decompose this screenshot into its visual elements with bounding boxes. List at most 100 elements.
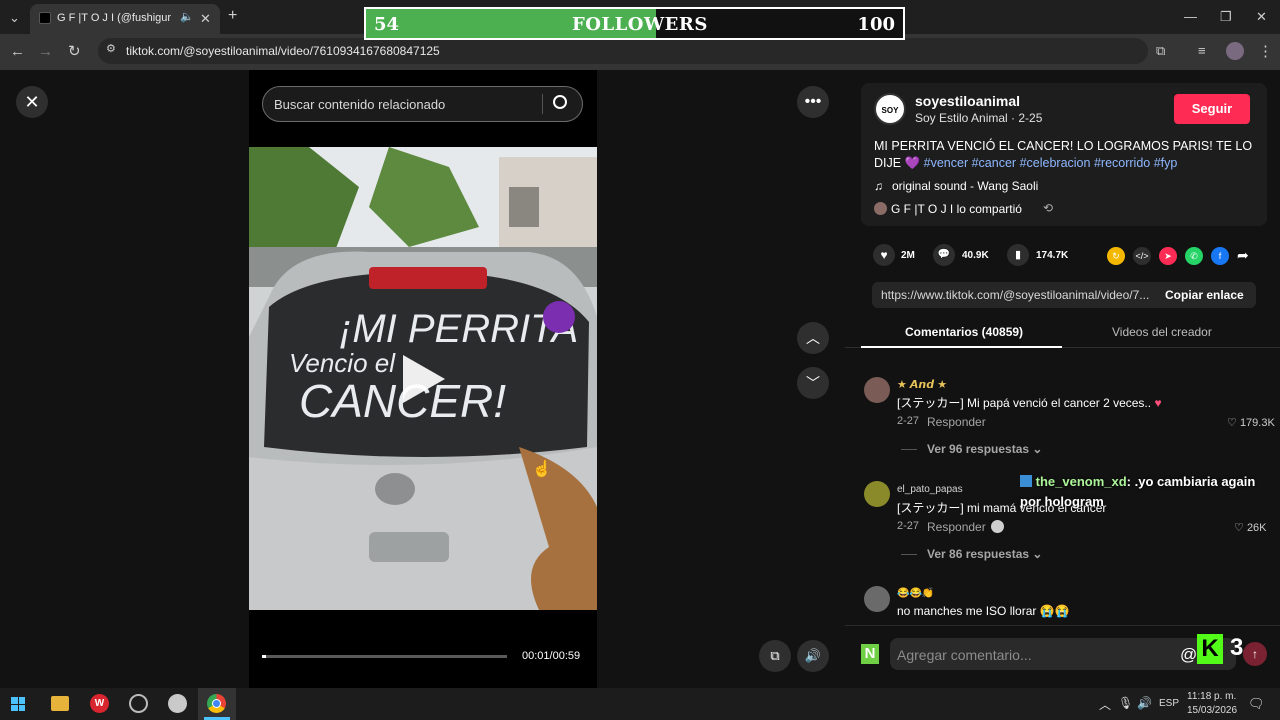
windows-start-icon[interactable] [11, 697, 25, 711]
close-window-icon[interactable]: ✕ [1256, 10, 1267, 23]
music-note-icon: ♫ [874, 179, 883, 193]
view-replies-button[interactable]: Ver 96 respuestas ⌄ [927, 442, 1042, 456]
view-replies-label: Ver 86 respuestas [927, 547, 1030, 561]
like-icon[interactable]: ♥ [873, 244, 895, 266]
browser-tab[interactable]: G F |T O J I (@fushigur 🔈 ✕ [30, 4, 220, 34]
media-control-icon[interactable]: ≡ [1198, 44, 1206, 57]
maximize-icon[interactable]: ❐ [1220, 10, 1232, 23]
file-explorer-icon[interactable] [51, 696, 69, 711]
reply-button[interactable]: Responder [927, 520, 986, 534]
hashtag-celebracion[interactable]: #celebracion [1020, 156, 1091, 170]
notifications-icon[interactable]: 🗨 [1248, 696, 1265, 712]
hashtag-vencer[interactable]: #vencer [924, 156, 968, 170]
comment-likes: 26K [1246, 522, 1267, 534]
replies-line [901, 449, 917, 450]
chevron-down-icon: ⌄ [1032, 442, 1043, 456]
comments-count: 40.9K [962, 250, 989, 261]
minimize-icon[interactable]: — [1184, 10, 1197, 23]
followers-goal: 100 [857, 14, 895, 35]
play-icon[interactable] [403, 355, 445, 403]
repost-share-icon[interactable]: ↻ [1107, 247, 1125, 265]
chat-badge-icon [1020, 475, 1032, 487]
send-icon[interactable]: ➤ [1159, 247, 1177, 265]
picture-in-picture-icon[interactable]: ⧉ [759, 640, 791, 672]
comment-user[interactable]: el_pato_papas [897, 484, 963, 495]
app-icon[interactable] [168, 694, 187, 713]
avatar[interactable] [864, 481, 890, 507]
chrome-taskbar-active[interactable] [198, 688, 236, 720]
mention-icon[interactable]: @ [1180, 645, 1197, 665]
close-tab-icon[interactable]: ✕ [200, 12, 211, 25]
back-icon[interactable]: ← [10, 44, 25, 59]
microphone-icon[interactable]: 🎙 [1118, 696, 1133, 710]
volume-icon[interactable]: 🔊 [797, 640, 829, 672]
avatar[interactable] [864, 377, 890, 403]
sound-link[interactable]: original sound - Wang Saoli [892, 179, 1038, 193]
author-handle[interactable]: soyestiloanimal [915, 93, 1020, 109]
speaker-icon[interactable]: 🔈 [180, 12, 194, 23]
next-video-button[interactable]: ﹀ [797, 367, 829, 399]
video-progress-track[interactable] [262, 655, 507, 658]
comment-like[interactable]: ♡ 26K [1234, 521, 1267, 534]
post-comment-button[interactable]: ↑ [1243, 642, 1267, 666]
comment-like[interactable]: ♡ 179.3K [1227, 416, 1275, 429]
whatsapp-icon[interactable]: ✆ [1185, 247, 1203, 265]
replies-line [901, 554, 917, 555]
tray-overflow-icon[interactable]: ︿ [1099, 696, 1111, 713]
svg-text:Vencio el: Vencio el [289, 348, 396, 378]
reply-button[interactable]: Responder [927, 415, 986, 429]
view-replies-label: Ver 96 respuestas [927, 442, 1030, 456]
share-link-url[interactable]: https://www.tiktok.com/@soyestiloanimal/… [881, 288, 1155, 302]
close-video-button[interactable]: ✕ [16, 86, 48, 118]
avatar[interactable] [864, 586, 890, 612]
view-replies-button[interactable]: Ver 86 respuestas ⌄ [927, 547, 1042, 561]
previous-video-button[interactable]: ︿ [797, 322, 829, 354]
clock-date[interactable]: 15/03/2026 [1187, 705, 1237, 716]
chevron-down-icon: ⌄ [1032, 547, 1043, 561]
tab-comments[interactable]: Comentarios (40859) [905, 325, 1023, 339]
language-indicator[interactable]: ESP [1159, 698, 1179, 709]
comment-icon[interactable]: 💬 [933, 244, 955, 266]
tab-active-indicator [861, 346, 1062, 348]
clock-time[interactable]: 11:18 p. m. [1187, 691, 1236, 702]
more-options-icon[interactable]: ••• [797, 86, 829, 118]
follow-button[interactable]: Seguir [1174, 94, 1250, 124]
facebook-icon[interactable]: f [1211, 247, 1229, 265]
svg-text:¡MI PERRITA: ¡MI PERRITA [339, 307, 578, 351]
copy-link-button[interactable]: Copiar enlace [1165, 288, 1244, 302]
speaker-tray-icon[interactable]: 🔊 [1137, 696, 1152, 710]
site-info-icon[interactable]: ⚙ [106, 44, 116, 55]
share-arrow-icon[interactable]: ➦ [1237, 247, 1249, 264]
reload-icon[interactable]: ↻ [68, 44, 81, 59]
comment-user[interactable]: ★ 𝘼𝙣𝙙 ★ [897, 378, 947, 391]
tab-creator-videos[interactable]: Videos del creador [1112, 325, 1212, 339]
video-progress-fill [262, 655, 267, 658]
comment-likes: 179.3K [1239, 417, 1275, 429]
hashtag-cancer[interactable]: #cancer [972, 156, 1016, 170]
followers-current: 54 [374, 14, 400, 35]
sharer-avatar [874, 202, 887, 215]
likes-count: 2M [901, 250, 915, 261]
repost-icon: ⟲ [1043, 201, 1054, 215]
hashtag-recorrido[interactable]: #recorrido [1094, 156, 1150, 170]
related-search-bar[interactable]: Buscar contenido relacionado [262, 86, 583, 122]
author-avatar[interactable]: SOY [874, 93, 906, 125]
comment-body: [ステッカー] Mi papá venció el cancer 2 veces… [897, 396, 1152, 410]
forward-icon[interactable]: → [38, 44, 53, 59]
tab-search-icon[interactable]: ⌄ [9, 11, 20, 24]
address-bar[interactable]: ⚙ tiktok.com/@soyestiloanimal/video/7610… [98, 38, 1148, 64]
profile-avatar[interactable] [1226, 42, 1244, 60]
purple-heart-icon: 💜 [904, 156, 921, 170]
bookmark-icon[interactable]: ▮ [1007, 244, 1029, 266]
search-icon[interactable] [553, 95, 567, 109]
comment-body: no manches me ISO llorar 😭😭 [897, 604, 1070, 618]
wps-office-icon[interactable]: W [90, 694, 109, 713]
hashtag-fyp[interactable]: #fyp [1154, 156, 1178, 170]
new-tab-button[interactable]: + [228, 8, 237, 24]
stream-chat-message: the_venom_xd: .yo cambiaria again por ho… [1020, 472, 1270, 512]
comment-user[interactable]: 😂😂👏 [897, 588, 934, 599]
obs-icon[interactable] [129, 694, 148, 713]
extensions-icon[interactable]: ⧉ [1156, 44, 1165, 57]
menu-icon[interactable]: ⋮ [1258, 44, 1273, 59]
embed-icon[interactable]: </> [1133, 247, 1151, 265]
